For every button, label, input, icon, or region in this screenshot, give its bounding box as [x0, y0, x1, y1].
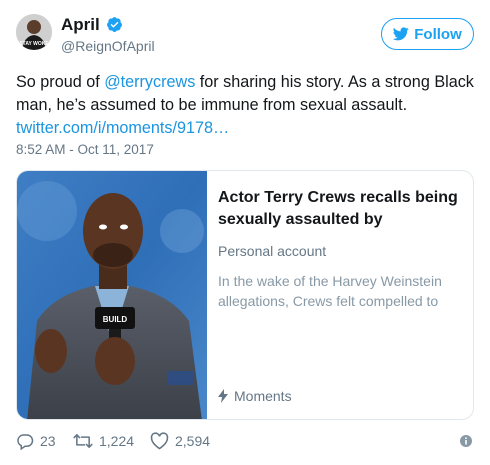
- heart-icon: [150, 432, 169, 450]
- tweet-actions: 23 1,224 2,594: [16, 432, 474, 454]
- tweet: STAY WOKE April @ReignOfApril Follow So …: [0, 0, 490, 465]
- card-source: Moments: [218, 388, 292, 404]
- tweet-text-part: So proud of: [16, 73, 105, 91]
- reply-icon: [17, 434, 34, 450]
- like-count: 2,594: [175, 433, 211, 449]
- timestamp[interactable]: 8:52 AM - Oct 11, 2017: [16, 142, 154, 157]
- card-description: In the wake of the Harvey Weinstein alle…: [218, 273, 442, 309]
- reply-button[interactable]: 23: [16, 432, 56, 450]
- card-source-label: Moments: [234, 388, 292, 404]
- lightning-icon: [218, 389, 228, 403]
- follow-button[interactable]: Follow: [381, 18, 474, 50]
- follow-button-label: Follow: [414, 25, 462, 43]
- author-name[interactable]: April: [61, 15, 100, 35]
- author-handle[interactable]: @ReignOfApril: [61, 38, 155, 54]
- retweet-count: 1,224: [99, 433, 135, 449]
- retweet-icon: [73, 434, 93, 448]
- avatar[interactable]: STAY WOKE: [16, 14, 52, 50]
- card-body: Actor Terry Crews recalls being sexually…: [218, 187, 464, 311]
- moment-link[interactable]: twitter.com/i/moments/9178…: [16, 119, 229, 137]
- card-image: BUILD: [17, 171, 207, 419]
- moment-card[interactable]: BUILD Actor Terry Crews recalls being se…: [16, 170, 474, 420]
- card-subtitle: Personal account: [218, 243, 327, 259]
- retweet-button[interactable]: 1,224: [73, 432, 134, 450]
- like-button[interactable]: 2,594: [150, 432, 210, 450]
- twitter-bird-icon: [393, 27, 409, 41]
- avatar-shirt-text: STAY WOKE: [19, 41, 49, 47]
- tweet-text: So proud of @terrycrews for sharing his …: [16, 71, 476, 140]
- verified-badge-icon: [107, 17, 122, 32]
- reply-count: 23: [40, 433, 56, 449]
- card-title[interactable]: Actor Terry Crews recalls being sexually…: [218, 187, 464, 231]
- mention-link[interactable]: @terrycrews: [104, 73, 195, 91]
- info-icon[interactable]: [460, 435, 472, 447]
- mic-flag-text: BUILD: [103, 315, 128, 324]
